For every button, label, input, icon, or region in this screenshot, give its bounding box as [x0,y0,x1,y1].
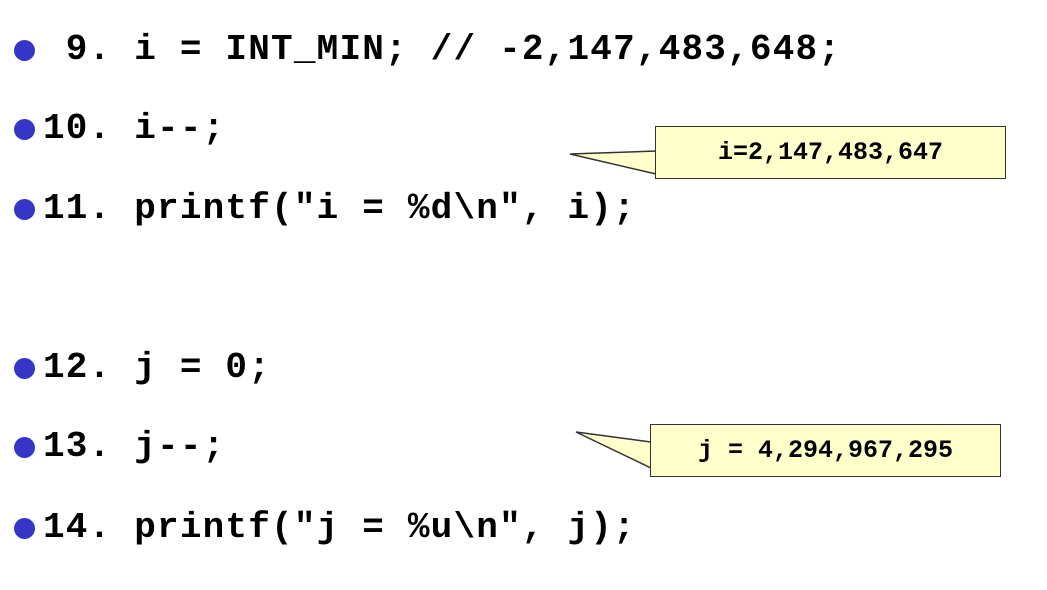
bullet-icon [14,357,35,379]
bullet-icon [14,39,35,61]
callout-pointer-j [575,431,652,470]
callout-i-value: i=2,147,483,647 [655,126,1006,179]
bullet-icon [14,436,35,458]
code-line-11: 11. printf("i = %d\n", i); [14,189,636,229]
callout-text: i=2,147,483,647 [717,138,944,167]
bullet-icon [14,118,35,140]
code-text: 10. i--; [43,108,226,149]
code-text: 11. printf("i = %d\n", i); [43,188,636,229]
code-line-12: 12. j = 0; [14,348,271,388]
code-line-13: 13. j--; [14,427,225,467]
bullet-icon [14,517,35,539]
callout-text: j = 4,294,967,295 [697,436,954,465]
code-text: 12. j = 0; [43,347,272,388]
callout-pointers [569,150,657,470]
code-text: 13. j--; [43,426,226,467]
callout-pointer-i [569,150,657,175]
callout-j-value: j = 4,294,967,295 [650,424,1001,477]
code-line-10: 10. i--; [14,109,225,149]
bullet-icon [14,198,35,220]
code-line-9: 9. i = INT_MIN; // -2,147,483,648; [14,30,841,70]
code-text: 14. printf("j = %u\n", j); [43,507,636,548]
code-line-14: 14. printf("j = %u\n", j); [14,508,636,548]
code-text: 9. i = INT_MIN; // -2,147,483,648; [43,29,842,70]
